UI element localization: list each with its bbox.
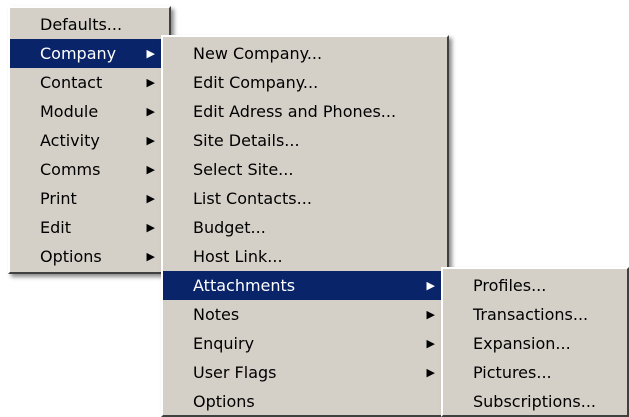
submenu-arrow-icon: ▶ — [146, 221, 155, 234]
menu-item-attachments[interactable]: Attachments ▶ — [163, 271, 447, 300]
menu-item-label: Transactions... — [473, 305, 589, 324]
submenu-arrow-icon: ▶ — [146, 192, 155, 205]
menu-item-label: Options — [40, 247, 102, 266]
submenu-arrow-icon: ▶ — [146, 47, 155, 60]
menu-item-edit[interactable]: Edit ▶ — [10, 213, 169, 242]
menu-item-label: User Flags — [193, 363, 277, 382]
menu-item-contact[interactable]: Contact ▶ — [10, 68, 169, 97]
menu-item-label: Module — [40, 102, 99, 121]
company-submenu: New Company... Edit Company... Edit Adre… — [161, 35, 449, 417]
menu-item-host-link[interactable]: Host Link... — [163, 242, 447, 271]
menu-item-label: Defaults... — [40, 15, 123, 34]
menu-item-label: Print — [40, 189, 77, 208]
submenu-arrow-icon: ▶ — [146, 76, 155, 89]
menu-item-activity[interactable]: Activity ▶ — [10, 126, 169, 155]
menu-item-print[interactable]: Print ▶ — [10, 184, 169, 213]
menu-item-options-company[interactable]: Options — [163, 387, 447, 416]
menu-item-label: Select Site... — [193, 160, 294, 179]
menu-item-label: Contact — [40, 73, 103, 92]
menu-item-label: Edit — [40, 218, 71, 237]
menu-item-enquiry[interactable]: Enquiry ▶ — [163, 329, 447, 358]
menu-item-comms[interactable]: Comms ▶ — [10, 155, 169, 184]
menu-item-label: Subscriptions... — [473, 392, 597, 411]
menu-item-expansion[interactable]: Expansion... — [443, 329, 627, 358]
menu-item-label: Profiles... — [473, 276, 547, 295]
menu-item-label: Budget... — [193, 218, 266, 237]
submenu-arrow-icon: ▶ — [426, 279, 435, 292]
menu-item-options[interactable]: Options ▶ — [10, 242, 169, 271]
menu-item-budget[interactable]: Budget... — [163, 213, 447, 242]
attachments-submenu: Profiles... Transactions... Expansion...… — [441, 267, 629, 417]
menu-item-label: Pictures... — [473, 363, 552, 382]
menu-item-user-flags[interactable]: User Flags ▶ — [163, 358, 447, 387]
menu-item-edit-company[interactable]: Edit Company... — [163, 68, 447, 97]
submenu-arrow-icon: ▶ — [146, 134, 155, 147]
menu-item-label: Activity — [40, 131, 100, 150]
submenu-arrow-icon: ▶ — [426, 337, 435, 350]
menu-item-select-site[interactable]: Select Site... — [163, 155, 447, 184]
menu-item-label: Site Details... — [193, 131, 300, 150]
submenu-arrow-icon: ▶ — [146, 105, 155, 118]
menu-item-subscriptions[interactable]: Subscriptions... — [443, 387, 627, 416]
submenu-arrow-icon: ▶ — [426, 308, 435, 321]
menu-item-label: Notes — [193, 305, 240, 324]
menu-item-label: Host Link... — [193, 247, 283, 266]
menu-item-label: Attachments — [193, 276, 296, 295]
menu-item-pictures[interactable]: Pictures... — [443, 358, 627, 387]
menu-item-transactions[interactable]: Transactions... — [443, 300, 627, 329]
menu-item-list-contacts[interactable]: List Contacts... — [163, 184, 447, 213]
submenu-arrow-icon: ▶ — [146, 163, 155, 176]
menu-item-edit-adress-and-phones[interactable]: Edit Adress and Phones... — [163, 97, 447, 126]
menu-item-label: List Contacts... — [193, 189, 312, 208]
menu-item-label: Edit Company... — [193, 73, 319, 92]
menu-item-label: Options — [193, 392, 255, 411]
menu-item-profiles[interactable]: Profiles... — [443, 271, 627, 300]
menu-item-label: Enquiry — [193, 334, 255, 353]
main-context-menu: Defaults... Company ▶ Contact ▶ Module ▶… — [8, 6, 171, 274]
menu-item-site-details[interactable]: Site Details... — [163, 126, 447, 155]
menu-item-label: New Company... — [193, 44, 323, 63]
menu-item-label: Comms — [40, 160, 101, 179]
menu-item-defaults[interactable]: Defaults... — [10, 10, 169, 39]
menu-item-company[interactable]: Company ▶ — [10, 39, 169, 68]
menu-item-module[interactable]: Module ▶ — [10, 97, 169, 126]
menu-item-label: Expansion... — [473, 334, 571, 353]
submenu-arrow-icon: ▶ — [426, 366, 435, 379]
menu-item-new-company[interactable]: New Company... — [163, 39, 447, 68]
submenu-arrow-icon: ▶ — [146, 250, 155, 263]
menu-item-label: Company — [40, 44, 117, 63]
menu-item-notes[interactable]: Notes ▶ — [163, 300, 447, 329]
menu-item-label: Edit Adress and Phones... — [193, 102, 397, 121]
